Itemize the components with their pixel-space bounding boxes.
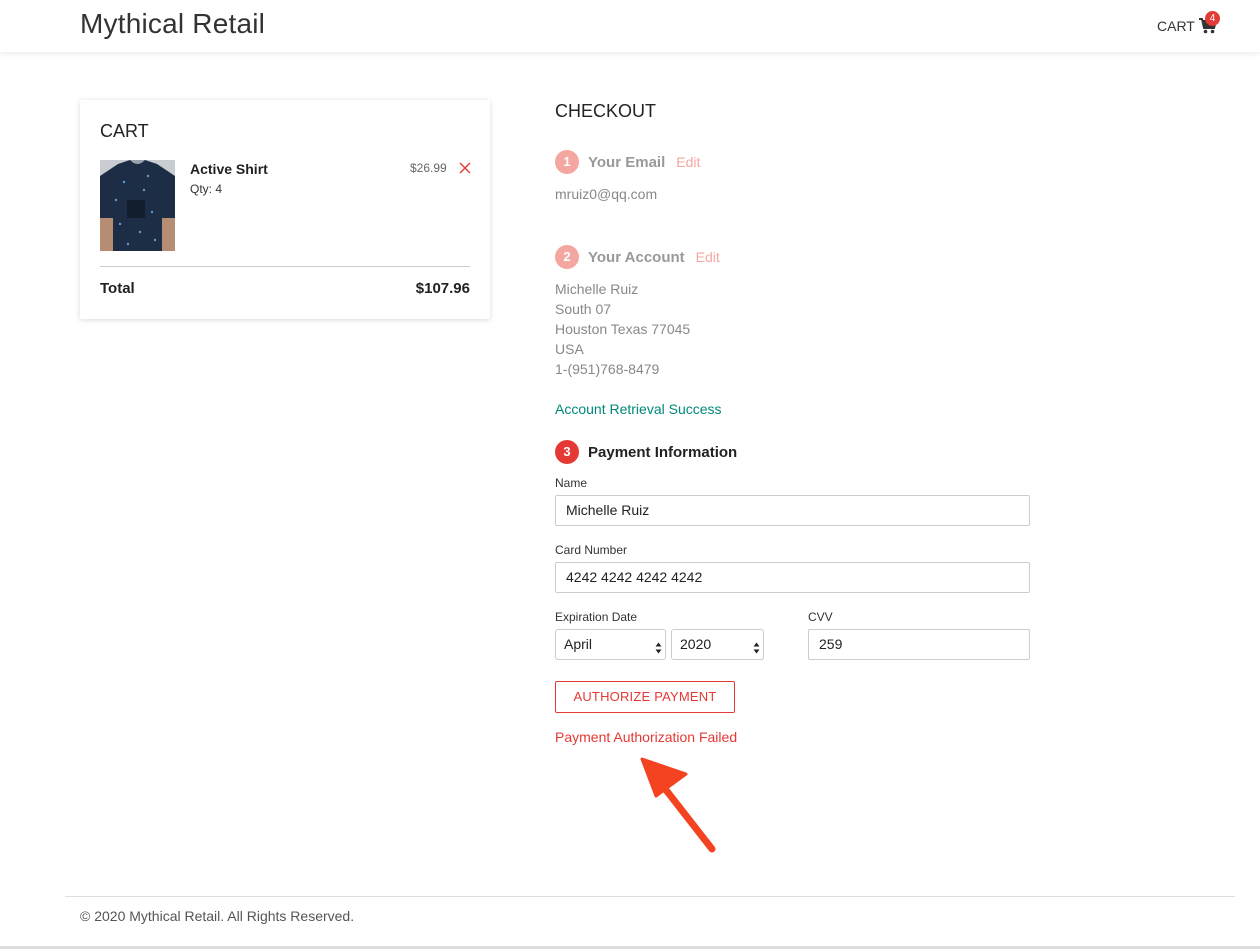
cart-panel: CART Active Shirt Qty: 4 $26.99 Total $1… (80, 100, 490, 319)
select-arrows-icon (753, 637, 760, 654)
authorize-payment-button[interactable]: AUTHORIZE PAYMENT (555, 681, 735, 713)
account-street: South 07 (555, 301, 612, 317)
cart-item-qty: Qty: 4 (190, 182, 223, 196)
cart-total-value: $107.96 (415, 280, 470, 297)
footer-copyright: © 2020 Mythical Retail. All Rights Reser… (80, 908, 355, 924)
step-title-payment: Payment Information (588, 443, 738, 461)
cvv-label: CVV (808, 610, 833, 624)
cart-label: CART (1157, 18, 1195, 34)
select-arrows-icon (655, 637, 662, 654)
step-number-1: 1 (555, 150, 579, 174)
edit-email-link[interactable]: Edit (676, 154, 700, 170)
brand-logo[interactable]: Mythical Retail (80, 8, 265, 40)
account-status-message: Account Retrieval Success (555, 401, 722, 417)
account-country: USA (555, 341, 584, 357)
expiration-label: Expiration Date (555, 610, 638, 624)
card-number-input[interactable]: 4242 4242 4242 4242 (555, 562, 1030, 593)
name-label: Name (555, 476, 588, 490)
step-number-3: 3 (555, 440, 579, 464)
cart-divider (100, 266, 470, 267)
payment-error-message: Payment Authorization Failed (555, 729, 738, 745)
exp-month-select[interactable]: April (555, 629, 666, 660)
exp-year-value: 2020 (680, 636, 712, 652)
cart-title: CART (100, 121, 149, 141)
annotation-arrow-icon (630, 750, 730, 860)
edit-account-link[interactable]: Edit (696, 249, 720, 265)
cart-item-price: $26.99 (410, 161, 447, 175)
cart-total-label: Total (100, 280, 135, 297)
step-number-2: 2 (555, 245, 579, 269)
account-phone: 1-(951)768-8479 (555, 361, 660, 377)
top-navbar: Mythical Retail CART (0, 0, 1260, 52)
step-title-email: Your Email (588, 153, 666, 171)
step-account: 2 Your Account Edit (555, 245, 720, 269)
cvv-input[interactable]: 259 (808, 629, 1030, 660)
product-image (100, 160, 175, 251)
exp-month-value: April (564, 636, 593, 652)
step-title-account: Your Account (588, 248, 685, 266)
footer-divider (65, 896, 1235, 897)
cart-item-name: Active Shirt (190, 161, 268, 177)
account-city: Houston Texas 77045 (555, 321, 691, 337)
exp-year-select[interactable]: 2020 (671, 629, 764, 660)
card-number-label: Card Number (555, 543, 628, 557)
checkout-title: CHECKOUT (555, 101, 657, 121)
email-value: mruiz0@qq.com (555, 186, 658, 202)
step-payment: 3 Payment Information (555, 440, 737, 464)
remove-item-icon[interactable] (458, 161, 472, 175)
step-email: 1 Your Email Edit (555, 150, 700, 174)
account-name: Michelle Ruiz (555, 281, 639, 297)
name-input[interactable]: Michelle Ruiz (555, 495, 1030, 526)
cart-count-badge: 4 (1205, 11, 1220, 26)
